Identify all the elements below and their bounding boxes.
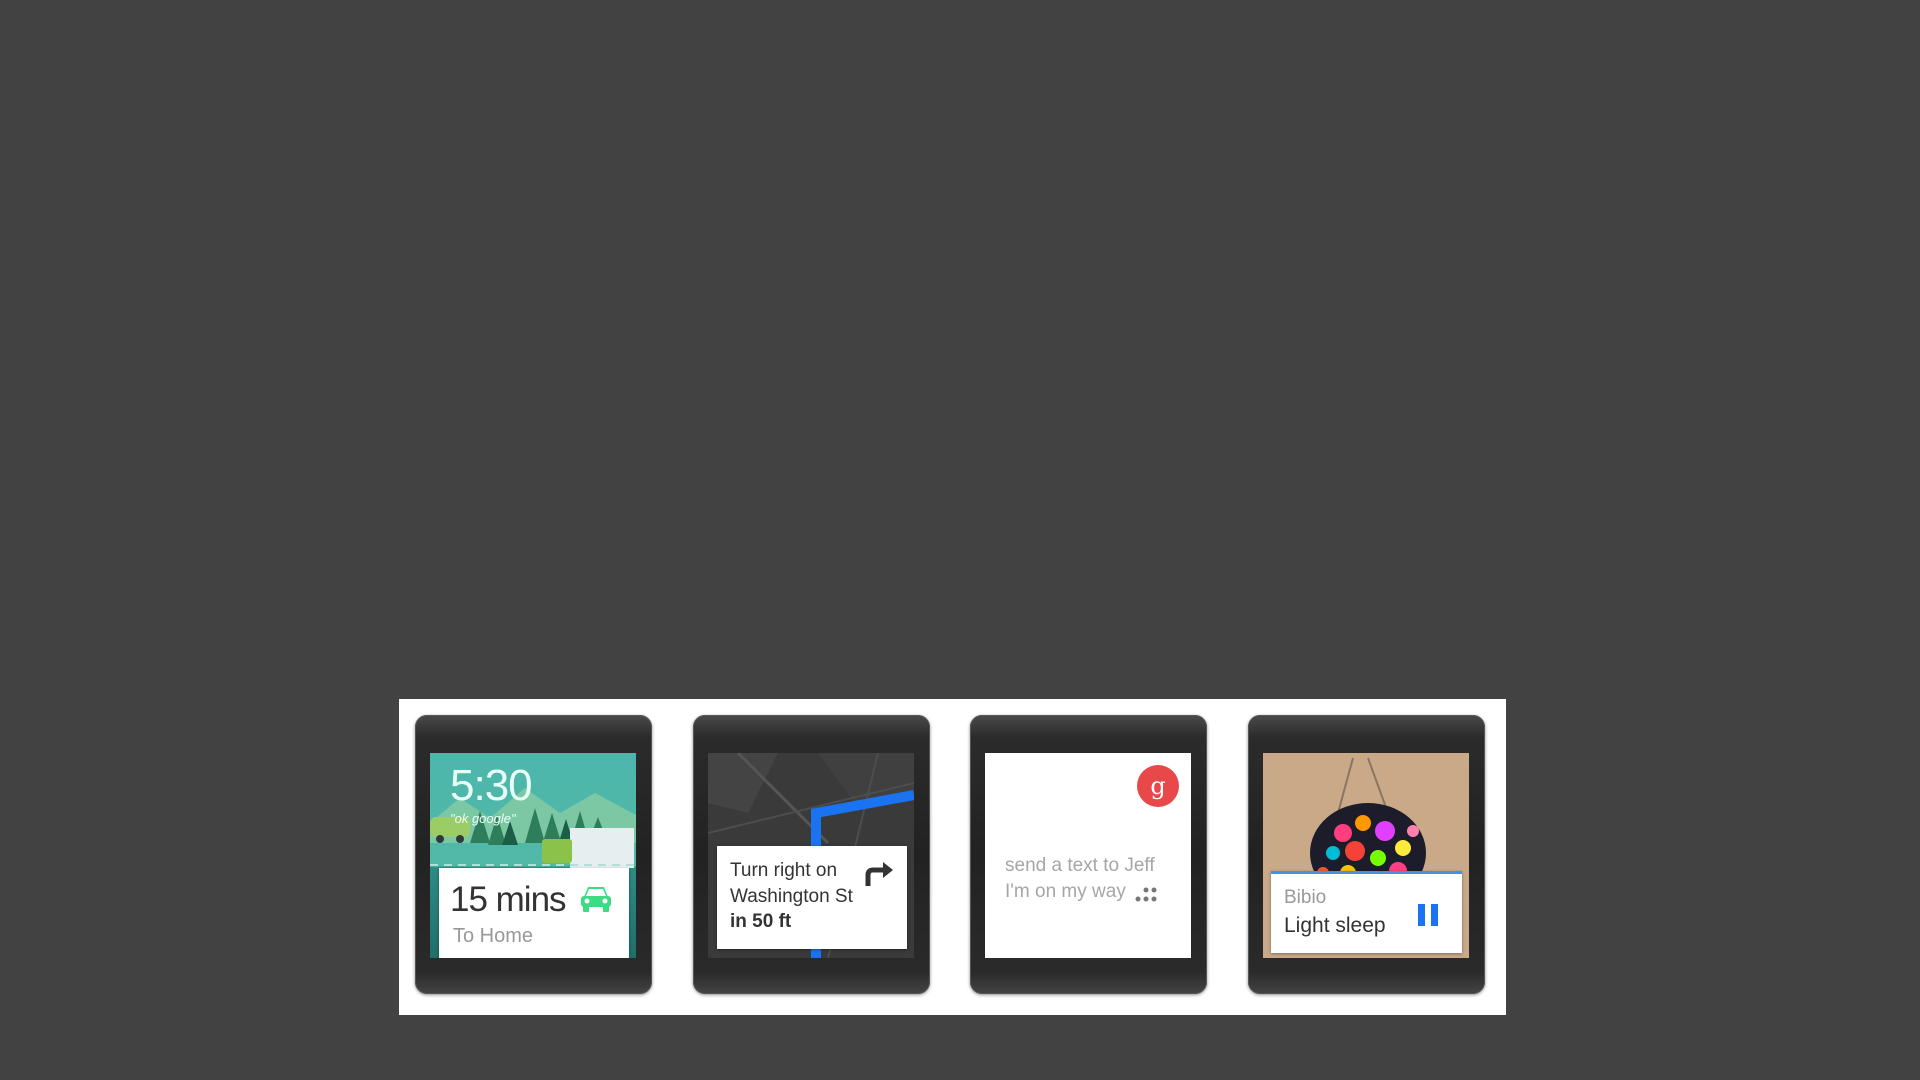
turn-right-arrow-icon <box>863 860 895 893</box>
voice-query-line-2: I'm on my way <box>1005 881 1126 902</box>
google-mic-button-icon[interactable]: g <box>1137 765 1179 807</box>
watch-voice: g send a text to Jeff I'm on my way <box>970 715 1207 994</box>
direction-line-1: Turn right on <box>730 860 838 881</box>
watch-screen-voice: g send a text to Jeff I'm on my way <box>985 753 1191 958</box>
track-title: Light sleep <box>1284 914 1386 937</box>
watch-screen-music: Bibio Light sleep <box>1263 753 1469 958</box>
watch-screen-navigation: Turn right on Washington St in 50 ft <box>708 753 914 958</box>
destination-label: To Home <box>453 925 534 947</box>
street-name: Washington St <box>730 886 853 907</box>
clock-time: 5:30 <box>450 761 533 810</box>
pause-icon[interactable] <box>1416 903 1440 932</box>
voice-query-line-1: send a text to Jeff <box>1005 855 1155 876</box>
watch-screen-traffic: 5:30 "ok google" 15 mins To Home <box>430 753 636 958</box>
artist-name: Bibio <box>1284 887 1327 908</box>
distance-label: in 50 ft <box>730 911 792 932</box>
listening-dots-icon <box>1134 887 1160 908</box>
travel-time: 15 mins <box>450 880 567 919</box>
watch-navigation: Turn right on Washington St in 50 ft <box>693 715 930 994</box>
watch-music: Bibio Light sleep <box>1248 715 1485 994</box>
car-icon <box>579 884 613 919</box>
navigation-card[interactable]: Turn right on Washington St in 50 ft <box>717 846 907 949</box>
music-card[interactable]: Bibio Light sleep <box>1271 871 1462 953</box>
traffic-card[interactable]: 15 mins To Home <box>439 868 629 958</box>
watch-traffic: 5:30 "ok google" 15 mins To Home <box>415 715 652 994</box>
watch-screenshots-panel: 5:30 "ok google" 15 mins To Home Turn ri… <box>399 699 1506 1015</box>
voice-hint: "ok google" <box>450 811 516 826</box>
